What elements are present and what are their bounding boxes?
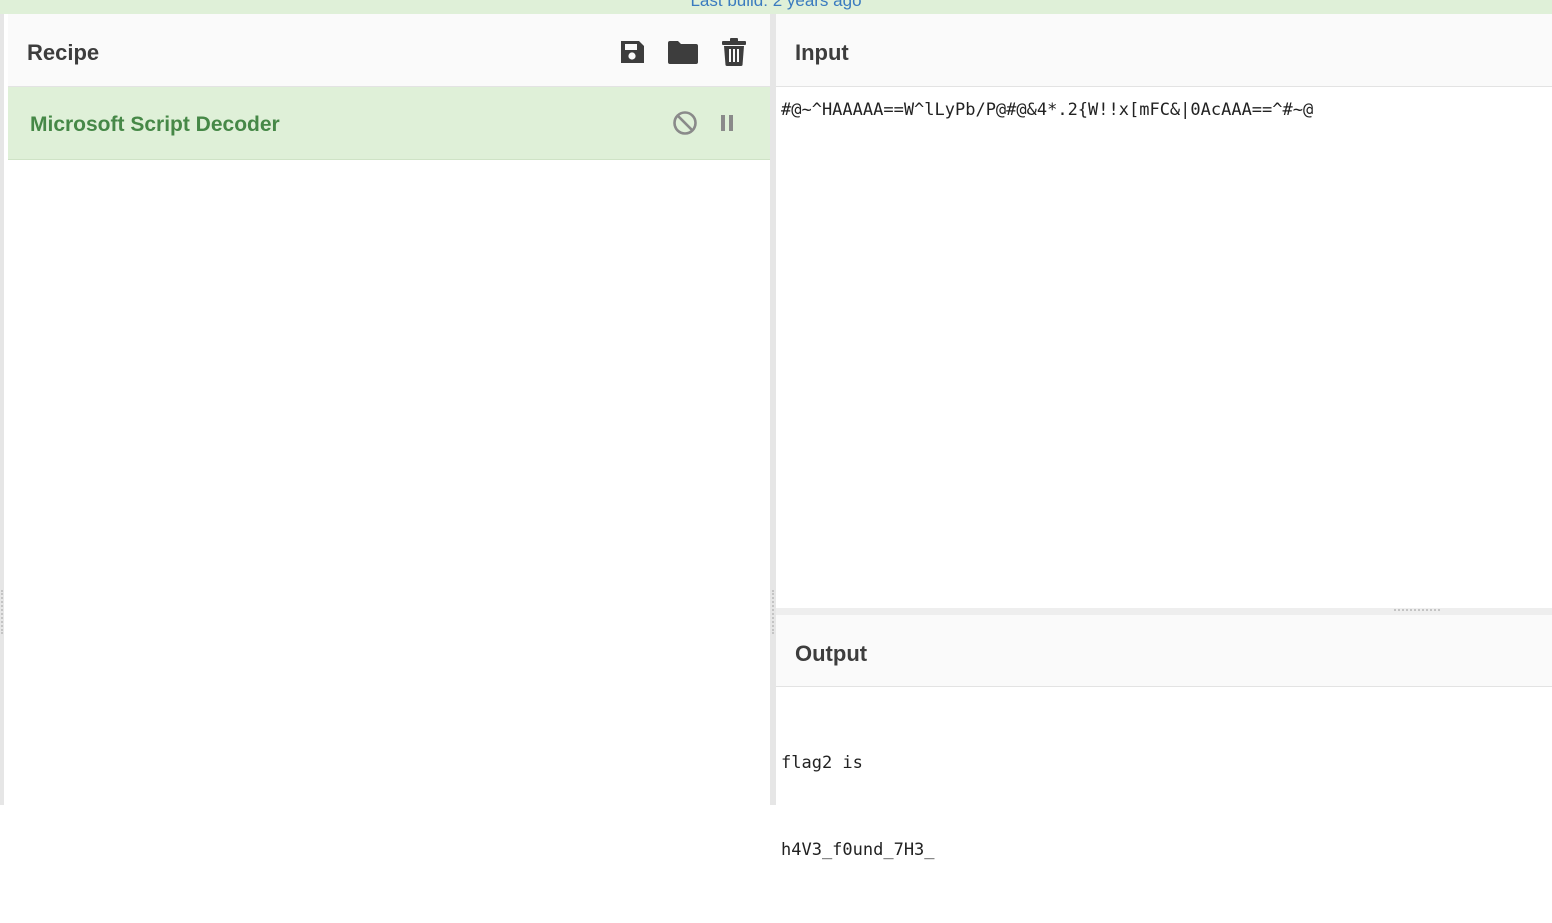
recipe-panel: Recipe Microsoft Script Decoder <box>8 14 770 805</box>
disable-icon <box>673 111 697 135</box>
operation-name: Microsoft Script Decoder <box>30 113 280 136</box>
output-title: Output <box>795 641 868 666</box>
top-banner: Last build: 2 years ago <box>0 0 1552 14</box>
vertical-resize-grip[interactable] <box>772 590 774 634</box>
input-panel: Input #@~^HAAAAA==W^lLyPb/P@#@&4*.2{W!!x… <box>776 14 1552 608</box>
input-title: Input <box>795 40 849 65</box>
input-header: Input <box>776 14 1552 87</box>
save-icon <box>621 41 644 63</box>
disable-operation-button[interactable] <box>670 108 700 138</box>
breakpoint-button[interactable] <box>712 108 742 138</box>
folder-icon <box>668 41 698 64</box>
output-line: h4V3_f0und_7H3_ <box>781 840 935 860</box>
recipe-title: Recipe <box>27 40 100 65</box>
recipe-header: Recipe <box>8 14 770 87</box>
output-textarea[interactable]: flag2 is h4V3_f0und_7H3_ <box>781 691 1541 923</box>
recipe-operation[interactable]: Microsoft Script Decoder <box>8 87 770 160</box>
pause-icon <box>721 115 733 131</box>
horizontal-resizer[interactable] <box>776 608 1552 615</box>
save-recipe-button[interactable] <box>616 36 648 68</box>
input-textarea[interactable]: #@~^HAAAAA==W^lLyPb/P@#@&4*.2{W!!x[mFC&|… <box>781 96 1541 125</box>
clear-recipe-button[interactable] <box>718 36 750 68</box>
horizontal-resize-grip[interactable] <box>1394 609 1440 611</box>
left-resize-grip[interactable] <box>1 590 3 634</box>
last-build-text: Last build: 2 years ago <box>690 0 862 10</box>
load-recipe-button[interactable] <box>667 36 699 68</box>
left-edge-gutter <box>0 14 4 805</box>
trash-icon <box>722 38 746 66</box>
output-line: flag2 is <box>781 753 863 773</box>
output-panel: Output flag2 is h4V3_f0und_7H3_ <box>776 615 1552 860</box>
output-header: Output <box>776 615 1552 687</box>
